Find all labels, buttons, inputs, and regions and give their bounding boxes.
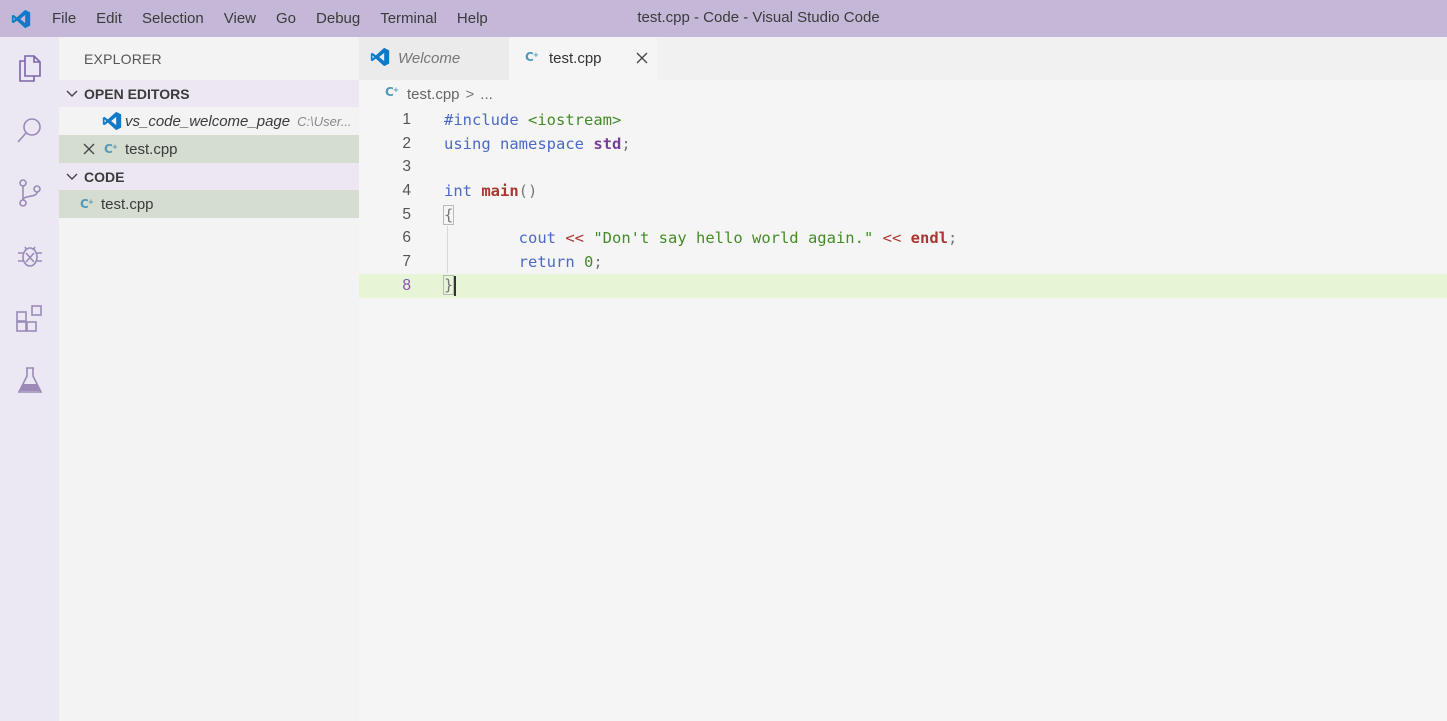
cpp-file-icon: C + — [77, 197, 99, 211]
line-number: 3 — [402, 158, 411, 176]
matching-brace: } — [442, 275, 455, 296]
open-editor-test-cpp[interactable]: C + test.cpp — [59, 135, 359, 163]
text-cursor — [454, 275, 457, 296]
open-editor-label: test.cpp — [125, 140, 178, 158]
svg-text:+: + — [533, 51, 539, 59]
code-line: 5 { — [359, 203, 1447, 227]
sidebar-title: EXPLORER — [84, 51, 162, 67]
code-line: 6 cout << "Don't say hello world again."… — [359, 226, 1447, 250]
menu-view[interactable]: View — [214, 0, 266, 37]
tab-label: test.cpp — [549, 50, 602, 67]
svg-text:+: + — [88, 198, 94, 206]
line-number: 1 — [402, 110, 411, 128]
breadcrumb-file[interactable]: test.cpp — [407, 86, 460, 103]
file-label: test.cpp — [101, 195, 154, 213]
line-number: 2 — [402, 134, 411, 152]
tab-test-cpp[interactable]: C + test.cpp — [509, 37, 657, 80]
explorer-sidebar: EXPLORER OPEN EDITORS vs_code_welcome_pa… — [59, 37, 359, 721]
breadcrumb: C + test.cpp > ... — [359, 80, 1447, 108]
cpp-file-icon: C + — [525, 50, 541, 68]
close-icon[interactable] — [633, 49, 651, 67]
breadcrumb-separator: > — [465, 85, 475, 103]
tab-welcome[interactable]: Welcome — [359, 37, 509, 80]
line-number: 7 — [402, 252, 411, 270]
menu-file[interactable]: File — [42, 0, 86, 37]
chevron-down-icon — [59, 88, 84, 100]
title-bar: File Edit Selection View Go Debug Termin… — [0, 0, 1447, 37]
line-number: 8 — [402, 276, 411, 294]
cpp-file-icon: C + — [101, 142, 123, 156]
svg-text:+: + — [112, 143, 118, 151]
line-number: 5 — [402, 205, 411, 223]
chevron-down-icon — [59, 171, 84, 183]
vscode-icon — [370, 47, 390, 71]
source-control-icon[interactable] — [0, 168, 59, 218]
code-line: 7 return 0; — [359, 250, 1447, 274]
line-number: 4 — [402, 181, 411, 199]
code-editor[interactable]: 1 #include <iostream> 2 using namespace … — [359, 108, 1447, 298]
cpp-file-icon: C + — [385, 85, 401, 103]
extensions-icon[interactable] — [0, 293, 59, 343]
open-editor-path: C:\User... — [297, 113, 352, 129]
tab-label: Welcome — [398, 50, 461, 67]
code-line: 1 #include <iostream> — [359, 108, 1447, 132]
menu-go[interactable]: Go — [266, 0, 306, 37]
vscode-icon — [101, 111, 123, 131]
matching-brace: { — [442, 204, 455, 225]
open-editors-header[interactable]: OPEN EDITORS — [59, 80, 359, 107]
menu-help[interactable]: Help — [447, 0, 498, 37]
code-line: 2 using namespace std; — [359, 132, 1447, 156]
debug-icon[interactable] — [0, 230, 59, 280]
code-line-current: 8 } — [359, 273, 1447, 298]
file-test-cpp[interactable]: C + test.cpp — [59, 190, 359, 218]
breadcrumb-symbols[interactable]: ... — [480, 86, 493, 103]
menu-terminal[interactable]: Terminal — [370, 0, 447, 37]
explorer-icon[interactable] — [0, 43, 59, 93]
line-number: 6 — [402, 229, 411, 247]
menu-bar: File Edit Selection View Go Debug Termin… — [42, 0, 498, 37]
open-editor-label: vs_code_welcome_page — [125, 112, 291, 130]
editor-group: Welcome C + test.cpp C + test.cpp > ... 1 … — [359, 37, 1447, 721]
menu-edit[interactable]: Edit — [86, 0, 132, 37]
code-line: 3 — [359, 155, 1447, 179]
svg-text:+: + — [393, 86, 399, 94]
folder-code-header[interactable]: CODE — [59, 163, 359, 190]
activity-bar — [0, 37, 59, 721]
close-icon[interactable] — [59, 143, 101, 155]
open-editors-label: OPEN EDITORS — [84, 85, 190, 102]
code-line: 4 int main() — [359, 179, 1447, 203]
search-icon[interactable] — [0, 105, 59, 155]
open-editor-welcome[interactable]: vs_code_welcome_page C:\User... — [59, 107, 359, 135]
menu-debug[interactable]: Debug — [306, 0, 370, 37]
menu-selection[interactable]: Selection — [132, 0, 214, 37]
folder-label: CODE — [84, 168, 125, 185]
test-flask-icon[interactable] — [0, 355, 59, 405]
vscode-logo-icon — [0, 0, 42, 37]
